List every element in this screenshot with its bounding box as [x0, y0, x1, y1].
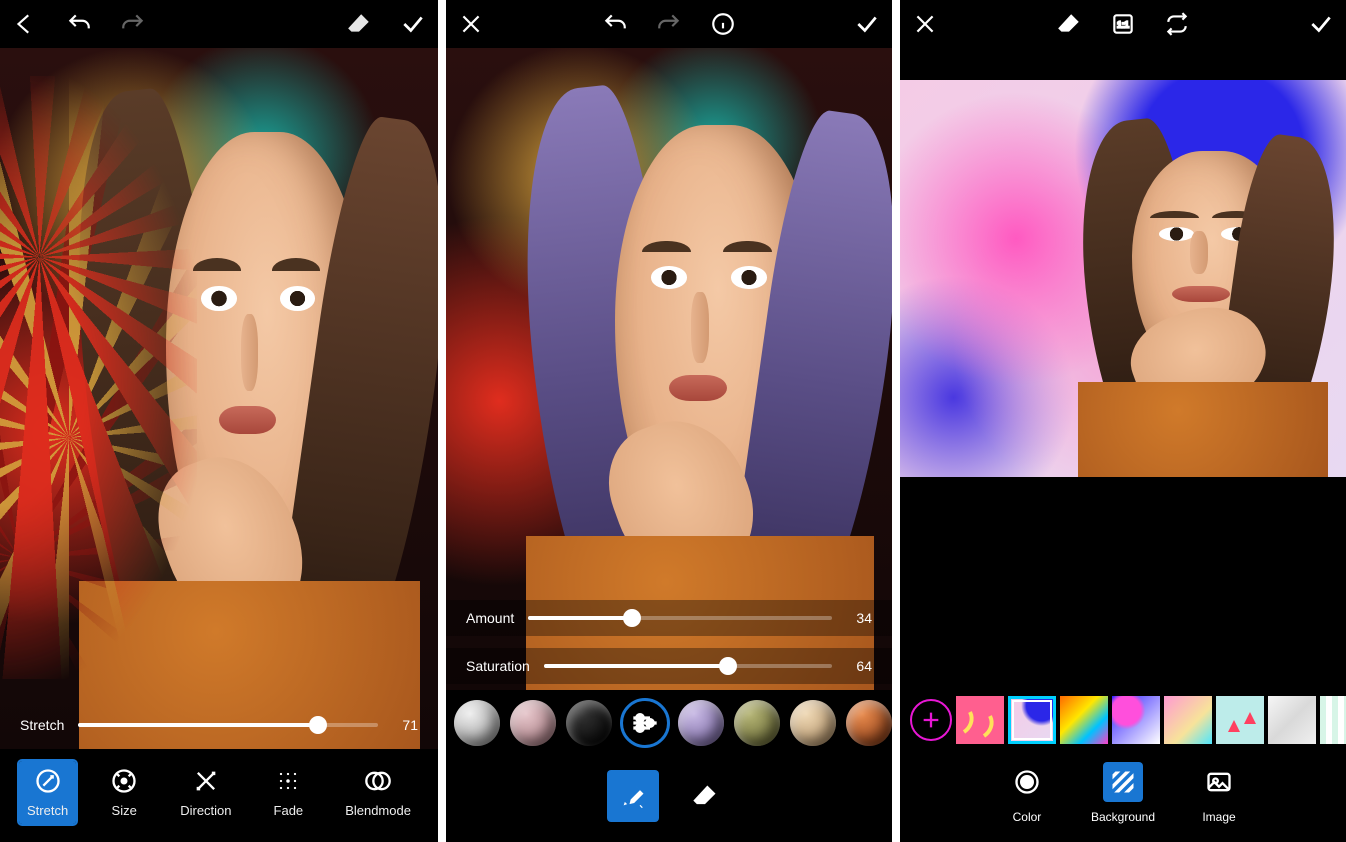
amount-slider-label: Amount	[466, 610, 514, 626]
saturation-slider-label: Saturation	[466, 658, 530, 674]
swatch-copper[interactable]	[846, 700, 892, 746]
stretch-slider-label: Stretch	[20, 717, 64, 733]
tool-size[interactable]: Size	[102, 761, 146, 824]
bg-thumb-rainbow[interactable]	[1060, 696, 1108, 744]
tool-stretch[interactable]: Stretch	[19, 761, 76, 824]
bg-thumb-mint-stripes[interactable]	[1320, 696, 1346, 744]
background-editor-screen: 1:1	[900, 0, 1346, 842]
tool-fade[interactable]: Fade	[266, 761, 312, 824]
stretch-slider-row: Stretch 71	[0, 707, 438, 743]
top-toolbar: 1:1	[900, 0, 1346, 48]
background-mode-icon	[1103, 762, 1143, 802]
mode-image[interactable]: Image	[1199, 762, 1239, 824]
effect-tool-row: Stretch Size Direction Fade Blendmode	[0, 749, 438, 842]
saturation-slider-value: 64	[846, 658, 872, 674]
apply-check-icon[interactable]	[854, 11, 880, 37]
swatch-olive[interactable]	[734, 700, 780, 746]
mode-color[interactable]: Color	[1007, 762, 1047, 824]
amount-slider-value: 34	[846, 610, 872, 626]
undo-icon[interactable]	[602, 11, 628, 37]
redo-icon[interactable]	[120, 11, 146, 37]
size-icon	[110, 767, 138, 795]
tool-blendmode-label: Blendmode	[345, 803, 411, 818]
swatch-silver[interactable]	[454, 700, 500, 746]
image-canvas[interactable]: Amount 34 Saturation 64	[446, 48, 892, 690]
close-icon[interactable]	[912, 11, 938, 37]
stretch-slider-value: 71	[392, 717, 418, 733]
image-canvas[interactable]	[900, 48, 1346, 688]
swatch-lavender[interactable]	[678, 700, 724, 746]
edited-photo	[446, 48, 892, 690]
saturation-slider[interactable]	[544, 664, 832, 668]
bg-thumb-pastel[interactable]	[1164, 696, 1212, 744]
hair-color-swatch-row	[446, 690, 892, 756]
tool-stretch-label: Stretch	[27, 803, 68, 818]
amount-slider-row: Amount 34	[446, 600, 892, 636]
fade-icon	[274, 767, 302, 795]
bg-thumb-teal-triangles[interactable]	[1216, 696, 1264, 744]
erase-brush-button[interactable]	[679, 770, 731, 822]
apply-check-icon[interactable]	[400, 11, 426, 37]
mode-color-label: Color	[1013, 810, 1042, 824]
color-mode-icon	[1007, 762, 1047, 802]
top-toolbar	[0, 0, 438, 48]
top-toolbar	[446, 0, 892, 48]
hair-color-editor-screen: Amount 34 Saturation 64	[446, 0, 892, 842]
svg-text:1:1: 1:1	[1117, 19, 1129, 29]
bg-thumb-pink-bananas[interactable]	[956, 696, 1004, 744]
stretch-slider[interactable]	[78, 723, 378, 727]
mode-image-label: Image	[1202, 810, 1235, 824]
tool-fade-label: Fade	[274, 803, 304, 818]
background-mode-row: Color Background Image	[900, 752, 1346, 842]
direction-icon	[192, 767, 220, 795]
mode-background-label: Background	[1091, 810, 1155, 824]
image-canvas[interactable]: Stretch 71	[0, 48, 438, 749]
close-icon[interactable]	[458, 11, 484, 37]
swatch-custom-selected[interactable]	[622, 700, 668, 746]
edited-photo	[0, 48, 438, 749]
swap-icon[interactable]	[1164, 11, 1190, 37]
image-mode-icon	[1199, 762, 1239, 802]
aspect-ratio-icon[interactable]: 1:1	[1110, 11, 1136, 37]
amount-slider[interactable]	[528, 616, 832, 620]
bg-thumb-paint-blue[interactable]	[1008, 696, 1056, 744]
swatch-black[interactable]	[566, 700, 612, 746]
blendmode-icon	[364, 767, 392, 795]
stretch-icon	[34, 767, 62, 795]
dispersion-editor-screen: Stretch 71 Stretch Size Direction	[0, 0, 438, 842]
undo-icon[interactable]	[66, 11, 92, 37]
swatch-rose[interactable]	[510, 700, 556, 746]
back-icon[interactable]	[12, 11, 38, 37]
tool-size-label: Size	[112, 803, 137, 818]
paint-brush-button[interactable]	[607, 770, 659, 822]
apply-check-icon[interactable]	[1308, 11, 1334, 37]
swatch-blonde[interactable]	[790, 700, 836, 746]
eraser-icon[interactable]	[346, 11, 372, 37]
add-background-button[interactable]	[910, 699, 952, 741]
mode-background[interactable]: Background	[1091, 762, 1155, 824]
bg-thumb-paint-magenta[interactable]	[1112, 696, 1160, 744]
eraser-icon[interactable]	[1056, 11, 1082, 37]
background-thumbnail-row	[900, 688, 1346, 752]
tool-direction[interactable]: Direction	[172, 761, 239, 824]
dispersion-effect-overlay	[0, 76, 197, 679]
redo-icon[interactable]	[656, 11, 682, 37]
info-icon[interactable]	[710, 11, 736, 37]
brush-mode-row	[446, 756, 892, 842]
saturation-slider-row: Saturation 64	[446, 648, 892, 684]
tool-blendmode[interactable]: Blendmode	[337, 761, 419, 824]
edited-photo	[900, 80, 1346, 477]
bg-thumb-marble[interactable]	[1268, 696, 1316, 744]
tool-direction-label: Direction	[180, 803, 231, 818]
